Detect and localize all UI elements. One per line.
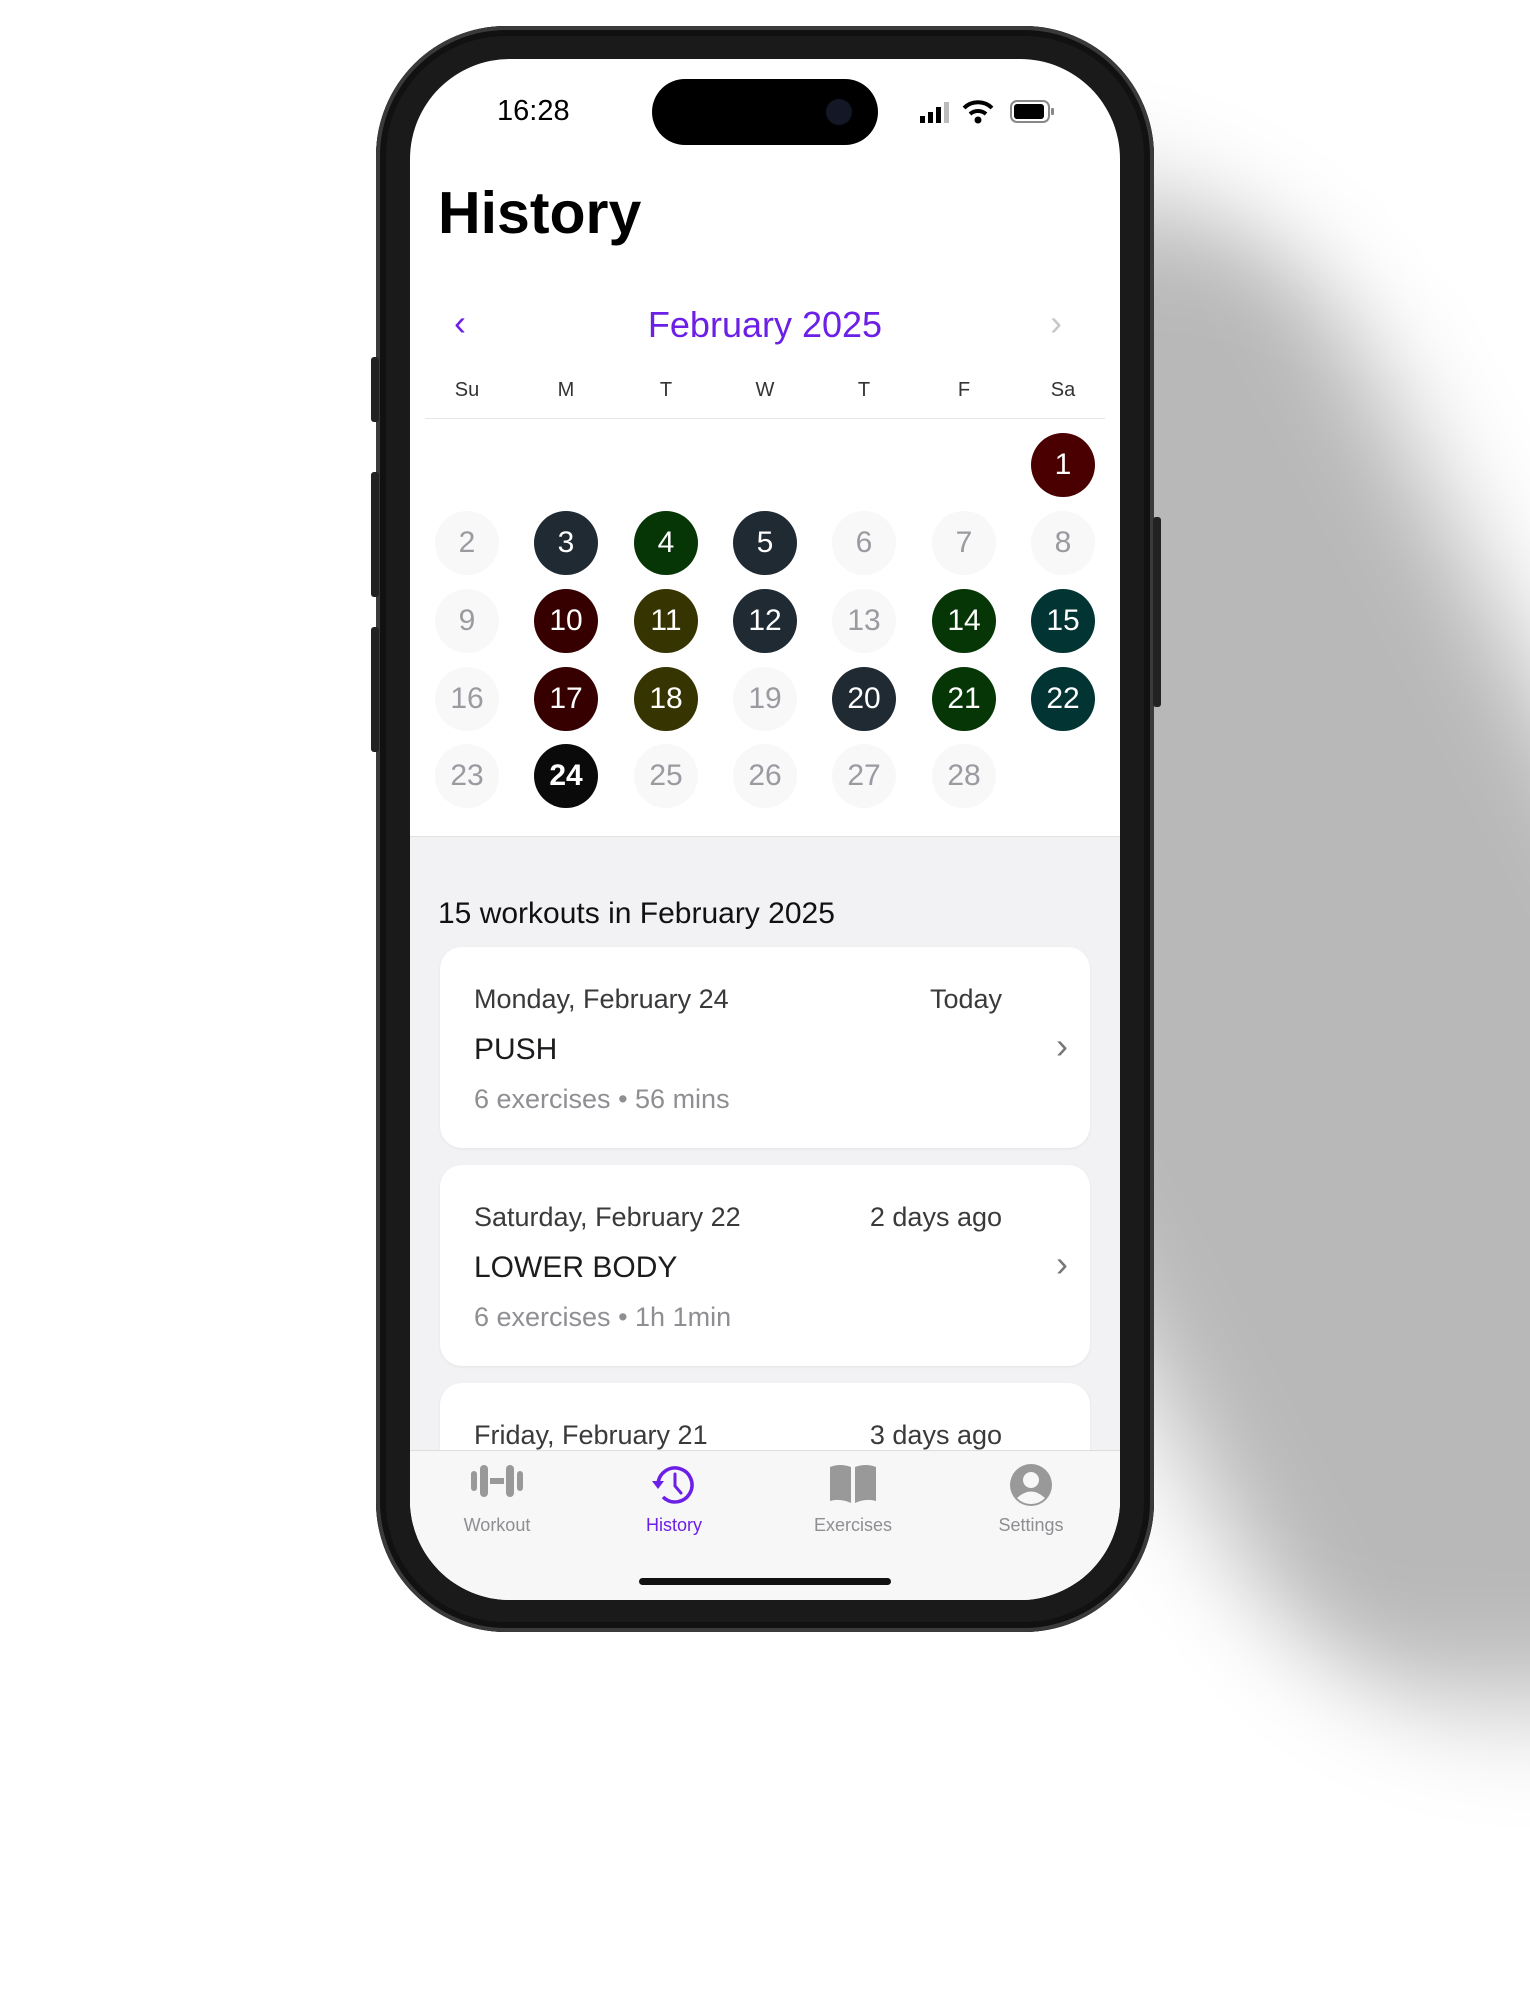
chevron-right-icon: › [1056,1025,1068,1066]
app-screen: 16:28 History ‹ February 2025 › Su M T W T F S… [410,59,1120,1600]
calendar-day[interactable]: 2 [435,511,499,575]
workout-date: Monday, February 24 [474,984,729,1014]
calendar-day[interactable]: 18 [634,667,698,731]
workout-duration: 56 mins [635,1084,730,1114]
weekday-label: F [957,379,971,401]
clock-history-icon [652,1466,694,1504]
month-label: February 2025 [647,304,883,345]
calendar-day[interactable]: 22 [1031,667,1095,731]
calendar-day[interactable]: 23 [435,744,499,808]
page-title: History [438,180,642,246]
calendar-day[interactable]: 11 [634,589,698,653]
calendar-day[interactable]: 12 [733,589,797,653]
status-time: 16:28 [497,95,570,127]
workout-date: Friday, February 21 [474,1420,708,1450]
battery-icon [1010,100,1054,123]
calendar-day[interactable]: 7 [932,511,996,575]
weekday-label: T [857,379,871,401]
calendar-day[interactable]: 21 [932,667,996,731]
workout-duration: 1h 1min [635,1302,732,1332]
weekday-label: M [557,379,575,401]
exercise-count: 6 exercises [474,1302,611,1332]
weekday-label: Su [454,379,480,401]
calendar-day[interactable]: 10 [534,589,598,653]
weekday-label: W [755,379,775,401]
workout-date: Saturday, February 22 [474,1202,741,1232]
calendar-day[interactable]: 3 [534,511,598,575]
signal-icon [920,102,949,123]
weekday-label: Sa [1050,379,1076,401]
tab-label: Settings [998,1515,1064,1535]
camera-icon [826,99,852,125]
tab-exercises[interactable]: Exercises [778,1451,928,1561]
calendar-day[interactable]: 4 [634,511,698,575]
calendar-day[interactable]: 27 [832,744,896,808]
calendar-day[interactable]: 1 [1031,433,1095,497]
tab-history[interactable]: History [599,1451,749,1561]
divider [425,418,1105,419]
home-indicator[interactable] [639,1578,891,1585]
volume-down-button [371,627,379,752]
calendar-day[interactable]: 26 [733,744,797,808]
calendar-day[interactable]: 5 [733,511,797,575]
wifi-icon [962,100,994,124]
weekday-label: T [659,379,673,401]
calendar-day[interactable]: 9 [435,589,499,653]
calendar-day[interactable]: 28 [932,744,996,808]
workout-name: PUSH [474,1033,558,1066]
workout-card[interactable]: Saturday, February 22 2 days ago LOWER B… [440,1165,1090,1366]
workout-name: LOWER BODY [474,1251,678,1284]
person-circle-icon [1010,1464,1052,1506]
calendar-day[interactable]: 20 [832,667,896,731]
tab-workout[interactable]: Workout [422,1451,572,1561]
calendar-day[interactable]: 14 [932,589,996,653]
calendar-day[interactable]: 6 [832,511,896,575]
power-button [1153,517,1161,707]
chevron-right-icon: › [1056,1243,1068,1284]
tab-label: Exercises [813,1515,893,1535]
calendar-day[interactable]: 19 [733,667,797,731]
next-month-button[interactable]: › [1050,302,1062,344]
tab-label: History [645,1515,702,1535]
workout-meta: 6 exercises • 56 mins [474,1084,730,1114]
calendar-day[interactable]: 15 [1031,589,1095,653]
action-button [371,357,379,422]
workout-card[interactable]: Monday, February 24 Today PUSH 6 exercis… [440,947,1090,1148]
workout-count: 15 workouts in February 2025 [438,897,835,930]
calendar-day[interactable]: 8 [1031,511,1095,575]
exercise-count: 6 exercises [474,1084,611,1114]
tab-settings[interactable]: Settings [956,1451,1106,1561]
tab-label: Workout [463,1515,531,1535]
workout-meta: 6 exercises • 1h 1min [474,1302,732,1332]
calendar-day[interactable]: 24 [534,744,598,808]
workout-relative-date: 3 days ago [869,1420,1002,1450]
workout-relative-date: 2 days ago [869,1202,1002,1232]
calendar-day[interactable]: 16 [435,667,499,731]
calendar-day[interactable]: 17 [534,667,598,731]
workout-relative-date: Today [929,984,1002,1014]
dumbbell-icon [471,1465,523,1497]
calendar-day[interactable]: 25 [634,744,698,808]
calendar-day[interactable]: 13 [832,589,896,653]
book-icon [830,1465,876,1503]
dynamic-island [652,79,878,145]
volume-up-button [371,472,379,597]
